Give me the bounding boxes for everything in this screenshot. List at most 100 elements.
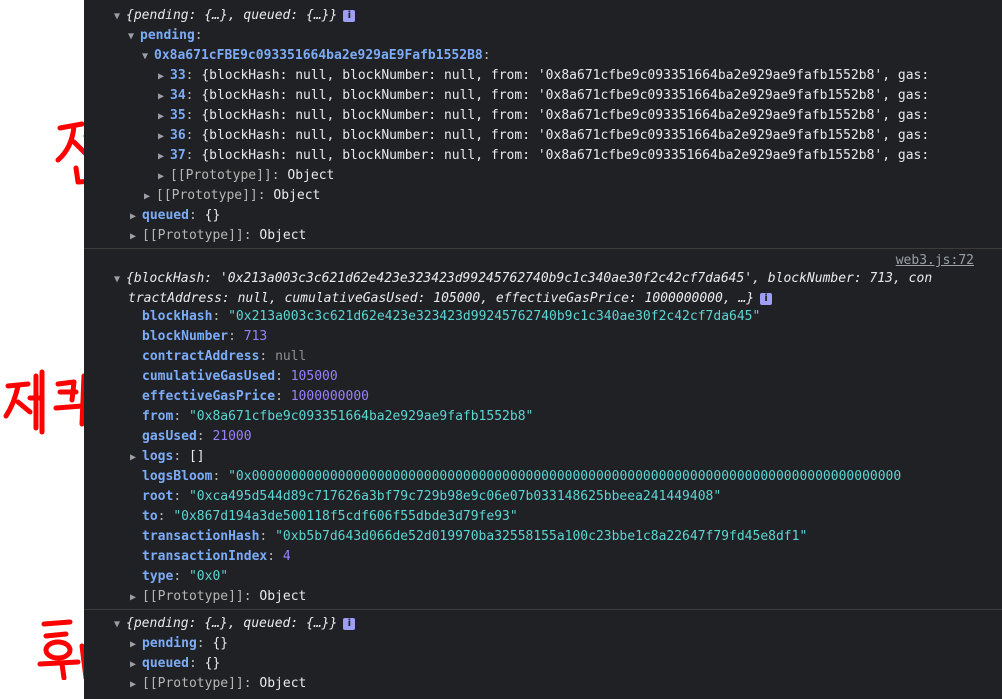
prototype-row[interactable]: ▶ [[Prototype]]: Object [130,226,306,246]
property-value: "0xca495d544d89c717626a3bf79c729b98e9c06… [188,489,722,504]
source-link[interactable]: web3.js:72 [896,253,974,268]
prototype-row[interactable]: ▶ [[Prototype]]: Object [158,166,334,186]
property-key: effectiveGasPrice [142,389,276,404]
transaction-row[interactable]: ▶ 34: {blockHash: null, blockNumber: null… [158,86,929,106]
receipt-property-row: from: "0x8a671cfbe9c093351664ba2e929ae9f… [142,409,534,424]
receipt-property-row: effectiveGasPrice: 1000000000 [142,389,369,404]
collapse-triangle-icon[interactable]: ▶ [130,207,142,227]
object-summary-line1: {blockHash: '0x213a003c3c621d62e423e3234… [126,271,933,286]
pending-row[interactable]: ▼ pending: [128,26,203,46]
collapse-triangle-icon[interactable]: ▶ [158,67,170,87]
info-icon[interactable]: i [343,9,356,22]
transaction-preview: {blockHash: null, blockNumber: null, fro… [201,148,930,163]
entry3-summary-row[interactable]: ▼ {pending: {…}, queued: {…}} i [114,614,356,635]
receipt-property-row: contractAddress: null [142,349,307,364]
collapse-triangle-icon[interactable]: ▶ [158,147,170,167]
transaction-index: 36 [170,128,186,143]
property-value: 713 [243,329,268,344]
prototype-row[interactable]: ▶ [[Prototype]]: Object [130,674,306,694]
object-summary: {pending: {…}, queued: {…}} [126,616,338,631]
pending-row[interactable]: ▶ pending: {} [130,634,228,654]
prototype-key: [[Prototype]] [142,589,244,604]
address-row[interactable]: ▼ 0x8a671cFBE9c093351664ba2e929aE9Fafb155… [142,46,491,66]
transaction-preview: {blockHash: null, blockNumber: null, fro… [201,128,930,143]
expand-triangle-icon[interactable]: ▼ [114,615,126,635]
transaction-preview: {blockHash: null, blockNumber: null, fro… [201,88,930,103]
receipt-property-row: blockHash: "0x213a003c3c621d62e423e32342… [142,309,761,324]
property-key: gasUsed [142,429,197,444]
transaction-row[interactable]: ▶ 33: {blockHash: null, blockNumber: null… [158,66,929,86]
property-key: contractAddress [142,349,260,364]
collapse-triangle-icon[interactable]: ▶ [130,675,142,695]
transaction-index: 34 [170,88,186,103]
property-key: logs [142,449,174,464]
prototype-value: Object [259,589,307,604]
transaction-index: 37 [170,148,186,163]
entry2-summary-row2: tractAddress: null, cumulativeGasUsed: 1… [128,289,773,309]
property-key: blockNumber [142,329,229,344]
collapse-triangle-icon[interactable]: ▶ [158,87,170,107]
property-value: {} [204,208,221,223]
transaction-index: 35 [170,108,186,123]
object-summary-line2: tractAddress: null, cumulativeGasUsed: 1… [128,291,755,306]
expand-triangle-icon[interactable]: ▼ [142,47,154,67]
property-value: "0x867d194a3de500118f5cdf606f55dbde3d79f… [173,509,518,524]
property-value: {} [212,636,229,651]
property-value: "0xb5b7d643d066de52d019970ba32558155a100… [275,529,808,544]
collapse-triangle-icon[interactable]: ▶ [158,127,170,147]
annotation-margin [0,0,113,699]
property-key: pending [140,28,195,43]
property-key: root [142,489,174,504]
prototype-value: Object [259,676,307,691]
prototype-value: Object [287,168,335,183]
collapse-triangle-icon[interactable]: ▶ [130,655,142,675]
property-value: 4 [282,549,291,564]
devtools-console: ▼ {pending: {…}, queued: {…}} i ▼ pending: … [84,0,1002,699]
property-key: to [142,509,158,524]
prototype-row[interactable]: ▶ [[Prototype]]: Object [144,186,320,206]
property-value: {} [204,656,221,671]
collapse-triangle-icon[interactable]: ▶ [158,107,170,127]
receipt-property-row: root: "0xca495d544d89c717626a3bf79c729b9… [142,489,722,504]
expand-triangle-icon[interactable]: ▼ [114,7,126,27]
collapse-triangle-icon[interactable]: ▶ [130,635,142,655]
property-key: 0x8a671cFBE9c093351664ba2e929aE9Fafb1552… [154,48,483,63]
transaction-row[interactable]: ▶ 37: {blockHash: null, blockNumber: null… [158,146,929,166]
property-value: "0x0000000000000000000000000000000000000… [228,469,902,484]
queued-row[interactable]: ▶ queued: {} [130,206,220,226]
collapse-triangle-icon[interactable]: ▶ [130,448,142,468]
transaction-preview: {blockHash: null, blockNumber: null, fro… [201,108,930,123]
console-entry-receipt: web3.js:72 ▼ {blockHash: '0x213a003c3c621… [84,249,1002,610]
prototype-key: [[Prototype]] [142,676,244,691]
property-key: type [142,569,174,584]
collapse-triangle-icon[interactable]: ▶ [130,588,142,608]
receipt-property-row: to: "0x867d194a3de500118f5cdf606f55dbde3… [142,509,518,524]
transaction-index: 33 [170,68,186,83]
property-key: transactionIndex [142,549,268,564]
transaction-row[interactable]: ▶ 36: {blockHash: null, blockNumber: null… [158,126,929,146]
receipt-property-row: blockNumber: 713 [142,329,268,344]
receipt-property-row: transactionHash: "0xb5b7d643d066de52d019… [142,529,808,544]
property-key: from [142,409,174,424]
transaction-row[interactable]: ▶ 35: {blockHash: null, blockNumber: null… [158,106,929,126]
property-value: [] [188,449,205,464]
expand-triangle-icon[interactable]: ▼ [128,27,140,47]
queued-row[interactable]: ▶ queued: {} [130,654,220,674]
info-icon[interactable]: i [343,617,356,630]
property-value: 1000000000 [290,389,369,404]
logs-row[interactable]: ▶ logs: [] [130,447,205,467]
receipt-property-row: logsBloom: "0x00000000000000000000000000… [142,469,902,484]
receipt-property-row: cumulativeGasUsed: 105000 [142,369,338,384]
entry2-summary-row[interactable]: ▼ {blockHash: '0x213a003c3c621d62e423e323… [114,269,932,289]
info-icon[interactable]: i [760,292,773,305]
entry1-summary-row[interactable]: ▼ {pending: {…}, queued: {…}} i [114,6,356,27]
property-value: "0x213a003c3c621d62e423e323423d992457627… [228,309,761,324]
collapse-triangle-icon[interactable]: ▶ [144,187,156,207]
property-value: "0x0" [188,569,229,584]
console-entry-before: ▼ {pending: {…}, queued: {…}} i ▼ pending: … [84,0,1002,249]
collapse-triangle-icon[interactable]: ▶ [130,227,142,247]
prototype-row[interactable]: ▶ [[Prototype]]: Object [130,587,306,607]
object-summary: {pending: {…}, queued: {…}} [126,8,338,23]
collapse-triangle-icon[interactable]: ▶ [158,167,170,187]
expand-triangle-icon[interactable]: ▼ [114,270,126,290]
